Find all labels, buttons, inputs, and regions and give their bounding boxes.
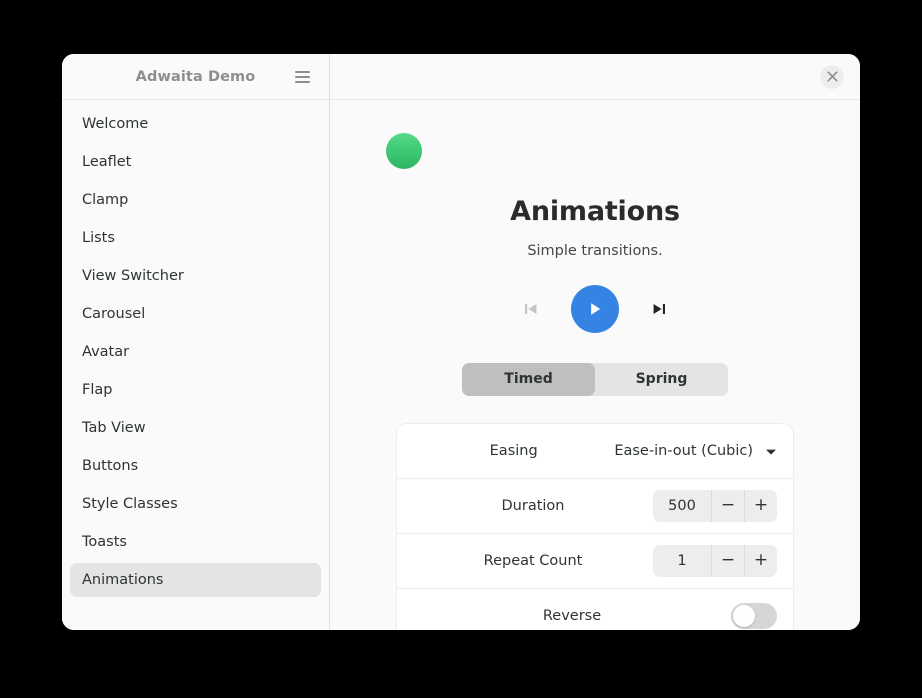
sidebar-item-clamp[interactable]: Clamp — [70, 183, 321, 217]
switcher-option-spring[interactable]: Spring — [595, 363, 728, 396]
settings-row-reverse: Reverse — [397, 589, 793, 630]
page-subtitle: Simple transitions. — [527, 242, 663, 259]
close-icon[interactable] — [820, 64, 844, 89]
sidebar-item-label: Clamp — [82, 192, 129, 208]
repeat-count-value-input[interactable]: 1 — [653, 545, 711, 577]
duration-decrement-button[interactable]: − — [711, 489, 744, 522]
hamburger-menu-icon[interactable] — [289, 64, 315, 90]
hero-section: Animations Simple transitions. Timed Spr… — [330, 100, 860, 630]
switcher-option-timed[interactable]: Timed — [462, 362, 595, 396]
desktop-background: Adwaita Demo Welcome Leaflet Clamp Lists Vie… — [0, 0, 922, 698]
sidebar-item-label: Welcome — [82, 116, 149, 132]
skip-forward-icon[interactable] — [646, 296, 672, 322]
animation-type-switcher: Timed Spring — [462, 362, 728, 396]
settings-row-label: Duration — [501, 497, 565, 514]
sidebar-item-label: Toasts — [82, 534, 127, 550]
sidebar-item-buttons[interactable]: Buttons — [70, 449, 321, 483]
sidebar-item-leaflet[interactable]: Leaflet — [70, 145, 321, 179]
settings-row-label: Reverse — [542, 608, 602, 625]
menu-line — [294, 80, 310, 83]
sidebar-item-carousel[interactable]: Carousel — [70, 297, 321, 331]
sidebar-item-lists[interactable]: Lists — [70, 221, 321, 255]
easing-dropdown-value: Ease-in-out (Cubic) — [614, 442, 753, 459]
settings-row-duration: Duration 500− + — [397, 479, 793, 534]
sidebar-item-label: Style Classes — [82, 496, 178, 512]
settings-row-easing: Easing Ease-in-out (Cubic) — [397, 424, 793, 479]
sidebar-item-toasts[interactable]: Toasts — [70, 525, 321, 559]
skip-backward-icon[interactable] — [518, 296, 544, 322]
sidebar-item-label: View Switcher — [82, 268, 184, 284]
application-window: Adwaita Demo Welcome Leaflet Clamp Lists Vie… — [62, 54, 860, 630]
duration-stepper: 500− + — [653, 489, 777, 522]
sidebar-item-label: Carousel — [82, 306, 146, 322]
sidebar-header-bar: Adwaita Demo — [62, 54, 329, 100]
duration-value-input[interactable]: 500 — [653, 490, 711, 522]
sidebar-item-label: Leaflet — [82, 154, 132, 170]
sidebar-item-animations[interactable]: Animations — [70, 563, 321, 597]
animated-ball — [386, 133, 422, 169]
sidebar-item-avatar[interactable]: Avatar — [70, 335, 321, 369]
sidebar-item-label: Animations — [82, 572, 164, 588]
chevron-down-icon — [765, 441, 777, 460]
sidebar-item-label: Tab View — [82, 420, 146, 436]
sidebar-item-label: Avatar — [82, 344, 130, 360]
sidebar-nav-list: Welcome Leaflet Clamp Lists View Switcher Car… — [62, 100, 329, 630]
settings-row-repeat-count: Repeat Count 1− + — [397, 534, 793, 589]
sidebar-item-welcome[interactable]: Welcome — [70, 107, 321, 141]
easing-dropdown[interactable]: Ease-in-out (Cubic) — [614, 441, 777, 460]
play-icon[interactable] — [571, 284, 619, 333]
menu-line — [294, 70, 310, 73]
menu-line — [294, 75, 310, 78]
sidebar-item-view-switcher[interactable]: View Switcher — [70, 259, 321, 293]
reverse-toggle-switch[interactable] — [731, 603, 777, 630]
settings-row-label: Easing — [489, 442, 538, 459]
sidebar-item-label: Lists — [82, 230, 115, 246]
sidebar-item-label: Flap — [82, 382, 113, 398]
playback-controls — [330, 284, 860, 333]
sidebar-item-tab-view[interactable]: Tab View — [70, 411, 321, 445]
repeat-count-stepper: 1− + — [653, 544, 777, 577]
window-title: Adwaita Demo — [135, 68, 256, 85]
duration-increment-button[interactable]: + — [744, 489, 777, 522]
switcher-option-label: Timed — [504, 371, 553, 388]
repeat-count-increment-button[interactable]: + — [744, 544, 777, 577]
sidebar-item-flap[interactable]: Flap — [70, 373, 321, 407]
animation-settings-card: Easing Ease-in-out (Cubic) Duration 500− + Re… — [396, 422, 794, 630]
switcher-option-label: Spring — [635, 371, 688, 388]
sidebar: Adwaita Demo Welcome Leaflet Clamp Lists Vie… — [62, 54, 330, 630]
sidebar-item-label: Buttons — [82, 458, 139, 474]
content-body: Animations Simple transitions. Timed Spr… — [330, 100, 860, 630]
content-header-bar — [330, 54, 860, 100]
page-title: Animations — [510, 196, 680, 227]
sidebar-item-style-classes[interactable]: Style Classes — [70, 487, 321, 521]
toggle-knob — [733, 605, 755, 628]
content-pane: Animations Simple transitions. Timed Spr… — [330, 54, 860, 630]
settings-row-label: Repeat Count — [483, 552, 583, 569]
repeat-count-decrement-button[interactable]: − — [711, 544, 744, 577]
